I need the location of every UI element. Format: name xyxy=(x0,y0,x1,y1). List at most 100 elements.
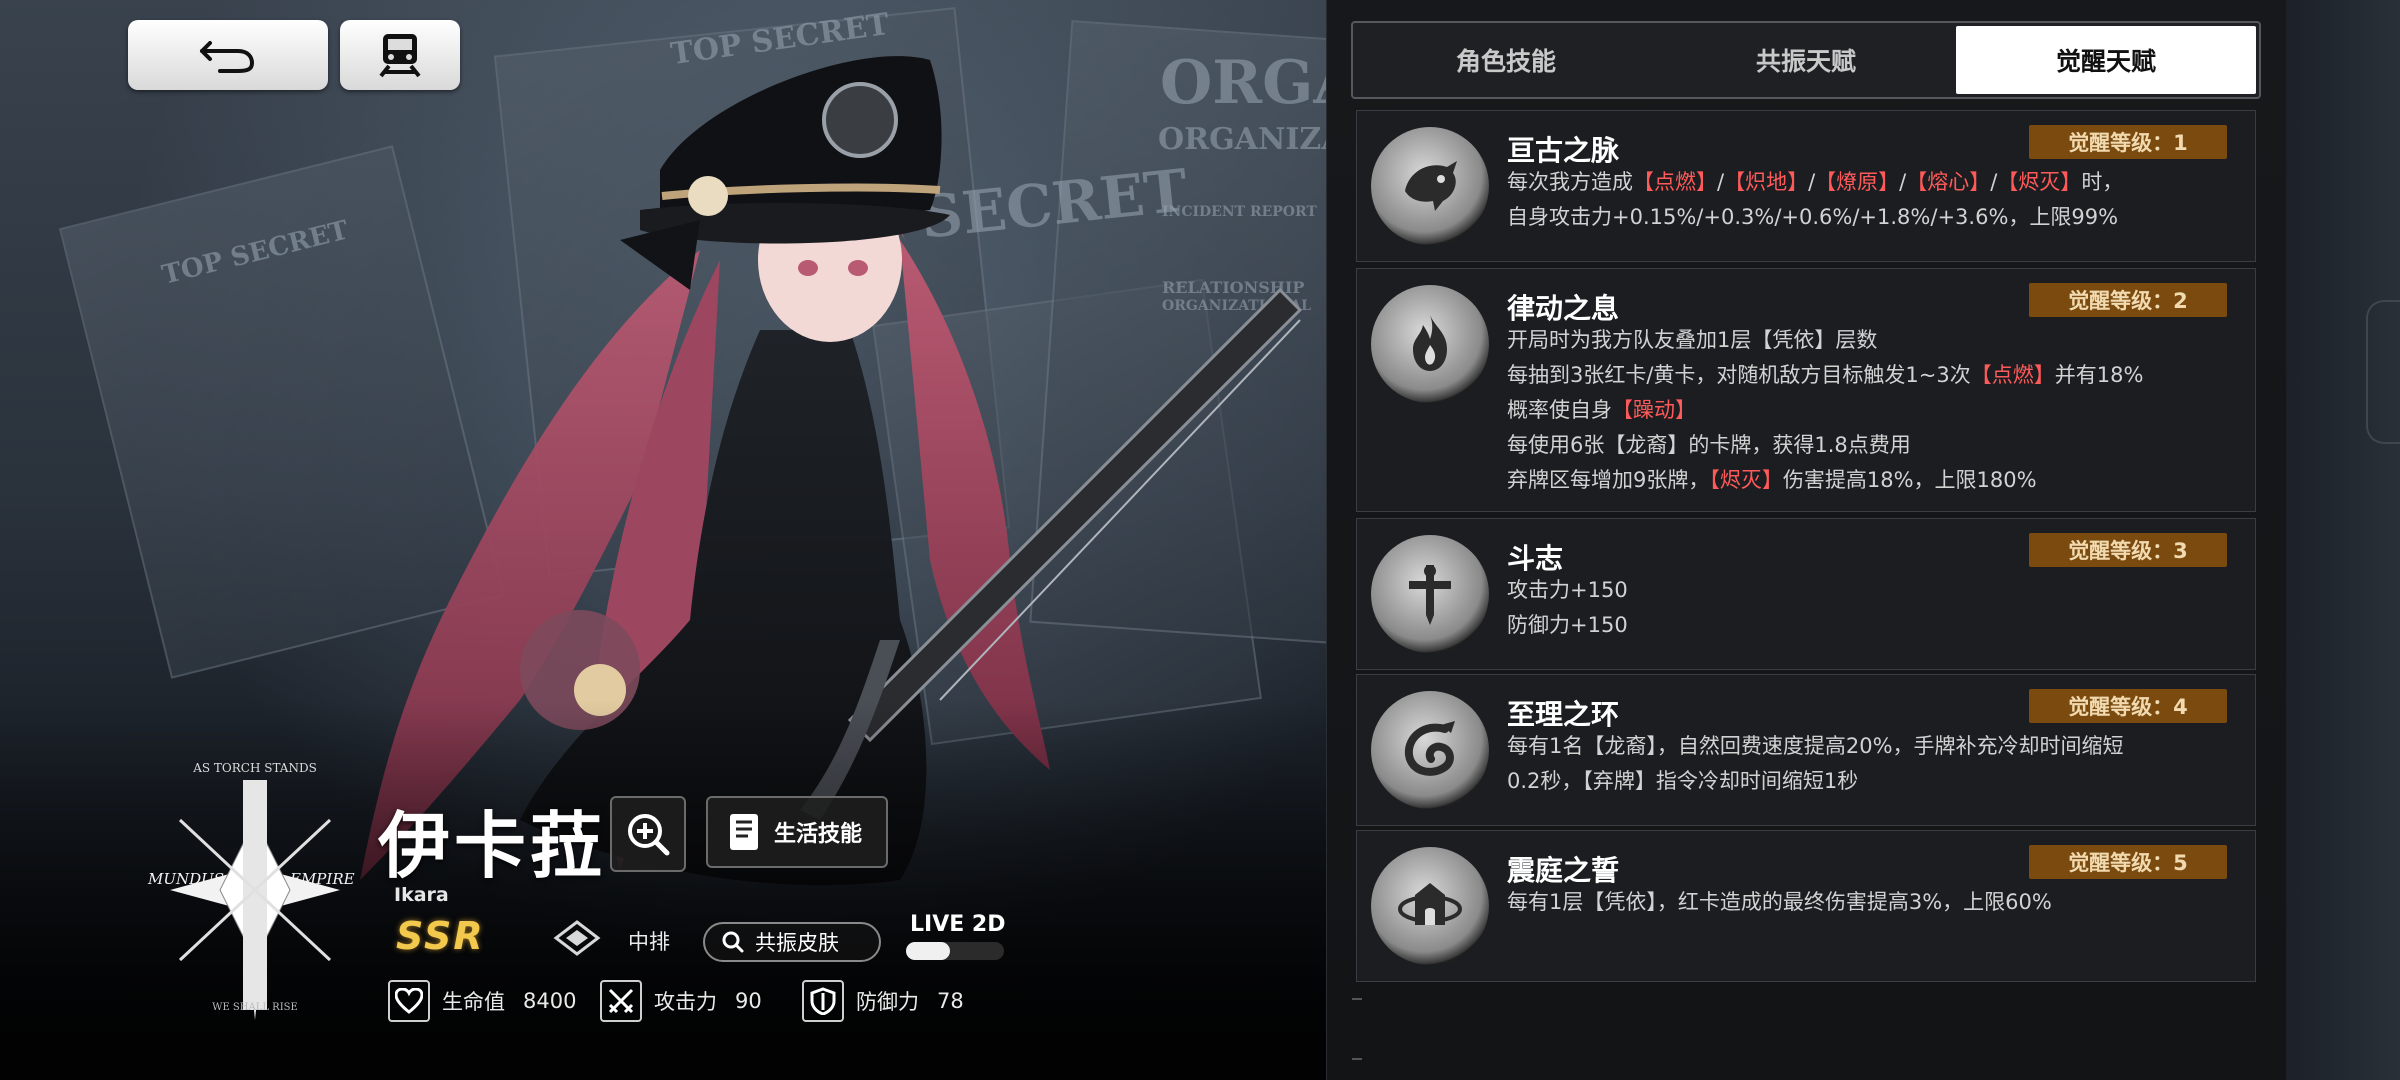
talent-name: 至理之环 xyxy=(1507,698,1620,731)
position-label: 中排 xyxy=(628,930,670,954)
talent-description-line: 每有1层【凭依】，红卡造成的最终伤害提高3%，上限60% xyxy=(1507,885,2207,920)
talent-card[interactable]: 至理之环 觉醒等级：4 每有1名【龙裔】，自然回费速度提高20%，手牌补充冷却时… xyxy=(1356,674,2256,826)
keyword-highlight: 【燎原】 xyxy=(1815,170,1900,194)
stat-defense: 防御力 78 xyxy=(802,980,964,1022)
awakening-level-badge: 觉醒等级：3 xyxy=(2029,533,2227,567)
talent-name: 律动之息 xyxy=(1507,292,1620,325)
awakening-level-badge: 觉醒等级：2 xyxy=(2029,283,2227,317)
talent-description-line: 防御力+150 xyxy=(1507,608,2207,643)
description-text: 弃牌区每增加9张牌， xyxy=(1507,468,1710,492)
keyword-highlight: 【炽地】 xyxy=(1724,170,1809,194)
description-text: 每次我方造成 xyxy=(1507,170,1633,194)
talent-description: 每有1名【龙裔】，自然回费速度提高20%，手牌补充冷却时间缩短 0.2秒，【弃牌】… xyxy=(1507,729,2207,799)
description-text: 概率使自身 xyxy=(1507,398,1612,422)
resonance-skin-label: 共振皮肤 xyxy=(755,931,839,955)
attack-value: 90 xyxy=(735,989,762,1013)
rarity-badge: SSR xyxy=(396,914,485,958)
emblem-bottom-text: WE SHALL RISE xyxy=(212,1002,298,1013)
talent-description-line: 0.2秒，【弃牌】指令冷却时间缩短1秒 xyxy=(1507,764,2207,799)
hp-value: 8400 xyxy=(523,989,577,1013)
shield-icon xyxy=(802,980,844,1022)
stat-attack: 攻击力 90 xyxy=(600,980,762,1022)
back-button[interactable] xyxy=(128,20,328,90)
talent-description: 开局时为我方队友叠加1层【凭依】层数每抽到3张红卡/黄卡，对随机敌方目标触发1~… xyxy=(1507,323,2207,498)
description-text: 伤害提高18%，上限180% xyxy=(1782,468,2037,492)
talent-name: 斗志 xyxy=(1507,542,1564,575)
talent-description: 攻击力+150 防御力+150 xyxy=(1507,573,2207,643)
position-diamond-icon xyxy=(553,920,601,956)
defense-label: 防御力 xyxy=(856,990,919,1014)
description-text: 每使用6张【龙裔】的卡牌，获得1.8点费用 xyxy=(1507,433,1911,457)
talent-description-line: 攻击力+150 xyxy=(1507,573,2207,608)
talent-description-line: 自身攻击力+0.15%/+0.3%/+0.6%/+1.8%/+3.6%，上限99… xyxy=(1507,200,2207,235)
search-icon xyxy=(722,931,744,953)
resonance-skin-button[interactable]: 共振皮肤 xyxy=(703,922,881,962)
attack-label: 攻击力 xyxy=(654,990,717,1014)
zoom-in-icon xyxy=(628,814,670,856)
character-name: 伊卡菈 xyxy=(378,803,607,888)
talent-description-line: 每抽到3张红卡/黄卡，对随机敌方目标触发1~3次【点燃】并有18% xyxy=(1507,358,2207,393)
emblem-left-text: MUNDUS xyxy=(147,870,224,888)
talent-name: 亘古之脉 xyxy=(1507,134,1620,167)
character-name-english: Ikara xyxy=(394,884,449,906)
live2d-toggle[interactable] xyxy=(906,942,1004,960)
description-text: 并有18% xyxy=(2054,363,2144,387)
zoom-in-button[interactable] xyxy=(610,796,686,872)
description-text: 0.2秒，【弃牌】指令冷却时间缩短1秒 xyxy=(1507,769,1859,793)
description-text: 开局时为我方队友叠加1层【凭依】层数 xyxy=(1507,328,1878,352)
keyword-highlight: 【躁动】 xyxy=(1612,398,1696,422)
dragon-head-icon xyxy=(1371,127,1489,245)
talent-card[interactable]: 震庭之誓 觉醒等级：5 每有1层【凭依】，红卡造成的最终伤害提高3%，上限60% xyxy=(1356,830,2256,982)
keyword-highlight: 【烬灭】 xyxy=(1709,468,1783,492)
train-button[interactable] xyxy=(340,20,460,90)
panel-divider xyxy=(1352,998,1362,1000)
awakening-level-badge: 觉醒等级：4 xyxy=(2029,689,2227,723)
side-drawer-handle[interactable] xyxy=(2366,300,2400,444)
talent-description: 每有1层【凭依】，红卡造成的最终伤害提高3%，上限60% xyxy=(1507,885,2207,920)
emblem-right-text: EMPIRE xyxy=(289,870,355,888)
castle-gate-icon xyxy=(1371,847,1489,965)
keyword-highlight: 【烬灭】 xyxy=(1997,170,2082,194)
description-text: 攻击力+150 xyxy=(1507,578,1628,602)
talent-card[interactable]: 亘古之脉 觉醒等级：1 每次我方造成【点燃】/【炽地】/【燎原】/【熔心】/【烬… xyxy=(1356,110,2256,262)
tab-awakening-talents[interactable]: 觉醒天赋 xyxy=(1956,26,2256,94)
talent-description-line: 每次我方造成【点燃】/【炽地】/【燎原】/【熔心】/【烬灭】时， xyxy=(1507,165,2207,200)
tab-resonance-talents[interactable]: 共振天赋 xyxy=(1656,26,1956,94)
tab-character-skills[interactable]: 角色技能 xyxy=(1356,26,1656,94)
awakening-level-badge: 觉醒等级：5 xyxy=(2029,845,2227,879)
heart-icon xyxy=(388,980,430,1022)
awakening-level-badge: 觉醒等级：1 xyxy=(2029,125,2227,159)
talent-description-line: 开局时为我方队友叠加1层【凭依】层数 xyxy=(1507,323,2207,358)
talent-card[interactable]: 斗志 觉醒等级：3 攻击力+150 防御力+150 xyxy=(1356,518,2256,670)
talent-card[interactable]: 律动之息 觉醒等级：2 开局时为我方队友叠加1层【凭依】层数每抽到3张红卡/黄卡… xyxy=(1356,268,2256,512)
dragon-coil-icon xyxy=(1371,691,1489,809)
description-text: 每抽到3张红卡/黄卡，对随机敌方目标触发1~3次 xyxy=(1507,363,1971,387)
emblem-top-text: AS TORCH STANDS xyxy=(192,761,317,775)
talent-description-line: 概率使自身【躁动】 xyxy=(1507,393,2207,428)
book-icon xyxy=(730,814,758,850)
description-text: 每有1层【凭依】，红卡造成的最终伤害提高3%，上限60% xyxy=(1507,890,2052,914)
life-skill-button[interactable]: 生活技能 xyxy=(706,796,888,868)
live2d-label: LIVE 2D xyxy=(910,912,1006,937)
talent-description-line: 每使用6张【龙裔】的卡牌，获得1.8点费用 xyxy=(1507,428,2207,463)
back-arrow-icon xyxy=(200,41,255,73)
panel-divider xyxy=(1352,1058,1362,1060)
description-text: 防御力+150 xyxy=(1507,613,1628,637)
stat-hp: 生命值 8400 xyxy=(388,980,576,1022)
talent-description-line: 每有1名【龙裔】，自然回费速度提高20%，手牌补充冷却时间缩短 xyxy=(1507,729,2207,764)
life-skill-label: 生活技能 xyxy=(774,822,863,847)
keyword-highlight: 【点燃】 xyxy=(1970,363,2055,387)
live2d-toggle-knob xyxy=(906,942,950,960)
train-icon xyxy=(379,34,421,78)
faction-emblem: AS TORCH STANDS MUNDUS EMPIRE WE SHALL R… xyxy=(147,761,355,1020)
flame-icon xyxy=(1371,285,1489,403)
description-text: 每有1名【龙裔】，自然回费速度提高20%，手牌补充冷却时间缩短 xyxy=(1507,734,2124,758)
defense-value: 78 xyxy=(937,989,964,1013)
right-edge-background xyxy=(2286,0,2400,1080)
description-text: 自身攻击力+0.15%/+0.3%/+0.6%/+1.8%/+3.6%，上限99… xyxy=(1507,205,2119,229)
talent-description: 每次我方造成【点燃】/【炽地】/【燎原】/【熔心】/【烬灭】时， 自身攻击力+0.… xyxy=(1507,165,2207,235)
keyword-highlight: 【点燃】 xyxy=(1633,170,1717,194)
hp-label: 生命值 xyxy=(442,990,505,1014)
keyword-highlight: 【熔心】 xyxy=(1906,170,1991,194)
talent-description-line: 弃牌区每增加9张牌，【烬灭】伤害提高18%，上限180% xyxy=(1507,463,2207,498)
